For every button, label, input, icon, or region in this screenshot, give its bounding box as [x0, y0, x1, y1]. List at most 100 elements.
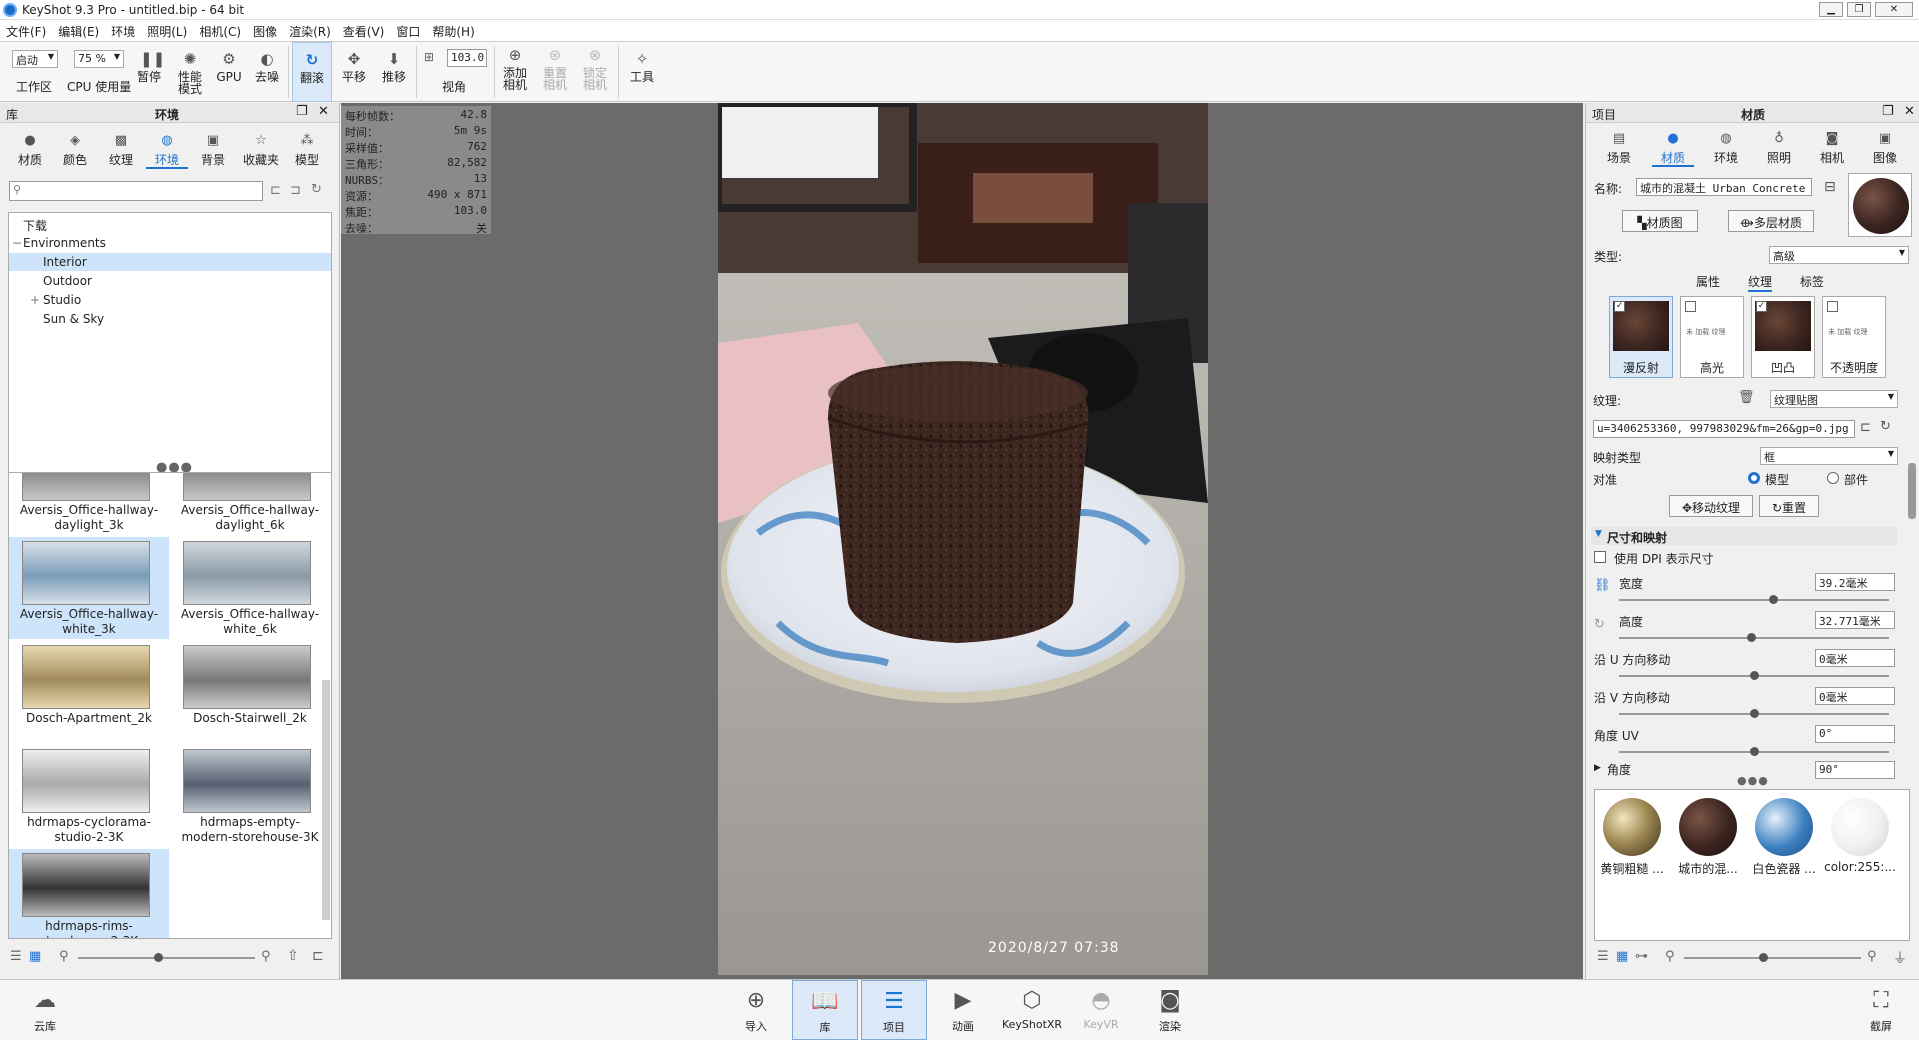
tab-lighting[interactable]: ♁ 照明 [1758, 125, 1800, 167]
subtab-labels[interactable]: 标签 [1800, 273, 1824, 290]
properties-scrollbar[interactable] [1908, 463, 1916, 519]
param-input[interactable]: 0毫米 [1815, 649, 1895, 667]
param-input[interactable]: 0° [1815, 725, 1895, 743]
keyshotxr-button[interactable]: ⬡ KeyShotXR [999, 980, 1065, 1040]
texture-slot[interactable]: 未 加载 纹理 不透明度 [1822, 296, 1886, 378]
pause-button[interactable]: ❚❚ 暂停 [134, 42, 165, 102]
cpu-usage-select[interactable]: 75 % ▼ [74, 50, 124, 68]
param-input[interactable]: 39.2毫米 [1815, 573, 1895, 591]
screenshot-button[interactable]: ⛶ 截屏 [1848, 980, 1914, 1040]
menu-window[interactable]: 窗口 [390, 20, 426, 40]
menu-edit[interactable]: 编辑(E) [52, 20, 105, 40]
import-button[interactable]: ⊕ 导入 [723, 980, 789, 1040]
param-input[interactable]: 0毫米 [1815, 687, 1895, 705]
texture-enable-checkbox[interactable] [1685, 301, 1696, 312]
undock-icon[interactable]: ❐ [296, 104, 308, 119]
folder-open-icon[interactable]: ⊏ [270, 183, 281, 198]
pan-button[interactable]: ✥ 平移 [336, 42, 372, 102]
param-slider[interactable] [1619, 671, 1889, 680]
texture-enable-checkbox[interactable] [1827, 301, 1838, 312]
menu-render[interactable]: 渲染(R) [283, 20, 337, 40]
menu-image[interactable]: 图像 [247, 20, 283, 40]
close-panel-icon[interactable]: ✕ [318, 104, 329, 119]
align-part-radio[interactable] [1827, 472, 1839, 484]
tree-item-studio[interactable]: + Studio [9, 291, 331, 309]
tab-textures[interactable]: ▩ 纹理 [100, 127, 142, 169]
list-view-icon[interactable]: ☰ [1597, 949, 1609, 964]
tools-button[interactable]: ✧ 工具 [624, 42, 660, 102]
texture-slot[interactable]: ✓ 漫反射 [1609, 296, 1673, 378]
zoom-in-icon[interactable]: ⚲ [1867, 949, 1877, 964]
zoom-out-icon[interactable]: ⚲ [59, 949, 69, 964]
environment-thumbnail[interactable]: Dosch-Stairwell_2k [170, 641, 330, 743]
render-button[interactable]: ◙ 渲染 [1137, 980, 1203, 1040]
expand-angle-icon[interactable]: ▶ [1594, 763, 1601, 773]
tree-item-interior[interactable]: Interior [9, 253, 331, 271]
filter-icon[interactable]: ⏚ [1893, 948, 1907, 968]
zoom-in-icon[interactable]: ⚲ [261, 949, 271, 964]
menu-help[interactable]: 帮助(H) [426, 20, 480, 40]
use-dpi-checkbox[interactable] [1594, 551, 1606, 563]
tab-favorites[interactable]: ☆ 收藏夹 [238, 127, 284, 169]
tab-colors[interactable]: ◈ 颜色 [54, 127, 96, 169]
lock-camera-button[interactable]: ⊗ 锁定 相机 [578, 42, 612, 102]
denoise-button[interactable]: ◐ 去噪 [250, 42, 284, 102]
material-swatch[interactable] [1603, 798, 1661, 856]
texture-file-input[interactable]: u=3406253360, 997983029&fm=26&gp=0.jpg [1593, 420, 1855, 438]
param-input[interactable]: 32.771毫米 [1815, 611, 1895, 629]
slider-knob[interactable] [1747, 633, 1756, 642]
menu-camera[interactable]: 相机(C) [193, 20, 247, 40]
param-slider[interactable] [1619, 595, 1889, 604]
environment-thumbnail[interactable]: Aversis_Office-hallway- daylight_3k [9, 473, 169, 535]
library-search-input[interactable]: ⚲ [9, 181, 263, 201]
tree-view-icon[interactable]: ⊶ [1635, 949, 1648, 964]
param-slider[interactable] [1619, 747, 1889, 756]
grid-view-icon[interactable]: ▦ [29, 949, 41, 964]
move-texture-button[interactable]: ✥移动纹理 [1669, 495, 1753, 517]
menu-lighting[interactable]: 照明(L) [141, 20, 193, 40]
reset-texture-button[interactable]: ↻重置 [1759, 495, 1819, 517]
size-mapping-section[interactable]: ▼ 尺寸和映射 [1591, 527, 1897, 545]
slider-knob[interactable] [1759, 953, 1768, 962]
thumbnail-size-slider[interactable] [78, 953, 255, 962]
mapping-type-select[interactable]: 框 ▼ [1760, 447, 1898, 465]
tumble-button[interactable]: ↻ 翻滚 [292, 42, 332, 102]
refresh-icon[interactable]: ↻ [311, 182, 322, 197]
subtab-properties[interactable]: 属性 [1696, 273, 1720, 290]
slider-knob[interactable] [1750, 671, 1759, 680]
slider-knob[interactable] [1750, 747, 1759, 756]
material-swatch[interactable] [1755, 798, 1813, 856]
close-panel-icon[interactable]: ✕ [1904, 104, 1915, 119]
library-button[interactable]: 📖 库 [792, 980, 858, 1040]
restore-button[interactable]: ❐ [1847, 2, 1871, 17]
close-button[interactable]: ✕ [1875, 2, 1913, 17]
dolly-button[interactable]: ⬇ 推移 [376, 42, 412, 102]
align-model-radio[interactable] [1748, 472, 1760, 484]
slider-knob[interactable] [1769, 595, 1778, 604]
add-camera-button[interactable]: ⊕ 添加 相机 [498, 42, 532, 102]
folder-add-icon[interactable]: ⊐ [290, 183, 301, 198]
environment-thumbnail[interactable]: Aversis_Office-hallway- daylight_6k [170, 473, 330, 535]
environment-thumbnail[interactable]: Dosch-Apartment_2k [9, 641, 169, 743]
cloud-library-button[interactable]: ☁ 云库 [12, 980, 78, 1040]
param-slider[interactable] [1619, 633, 1889, 642]
environment-thumbnail[interactable]: Aversis_Office-hallway- white_3k [9, 537, 169, 639]
tree-item-downloads[interactable]: 下载 [9, 215, 331, 233]
tab-models[interactable]: ⁂ 模型 [286, 127, 328, 169]
environment-thumbnail[interactable]: hdrmaps-rims- storehouse-2-3K [9, 849, 169, 938]
section-collapse-icon[interactable]: ▼ [1595, 529, 1602, 539]
zoom-out-icon[interactable]: ⚲ [1665, 949, 1675, 964]
menu-view[interactable]: 查看(V) [337, 20, 391, 40]
folder-icon[interactable]: ⊏ [312, 948, 324, 964]
menu-environment[interactable]: 环境 [105, 20, 141, 40]
project-button[interactable]: ☰ 项目 [861, 980, 927, 1040]
tab-camera[interactable]: ◙ 相机 [1811, 125, 1853, 167]
reload-texture-icon[interactable]: ↻ [1880, 419, 1891, 434]
texture-slot[interactable]: 未 加载 纹理 高光 [1680, 296, 1744, 378]
texture-type-select[interactable]: 纹理贴图 ▼ [1770, 390, 1898, 408]
environment-thumbnail[interactable]: hdrmaps-cyclorama- studio-2-3K [9, 745, 169, 847]
link-icon[interactable]: ⛓ [1594, 578, 1611, 593]
animation-button[interactable]: ▶ 动画 [930, 980, 996, 1040]
tab-scene[interactable]: ▤ 场景 [1598, 125, 1640, 167]
tab-materials[interactable]: ● 材质 [9, 127, 51, 169]
